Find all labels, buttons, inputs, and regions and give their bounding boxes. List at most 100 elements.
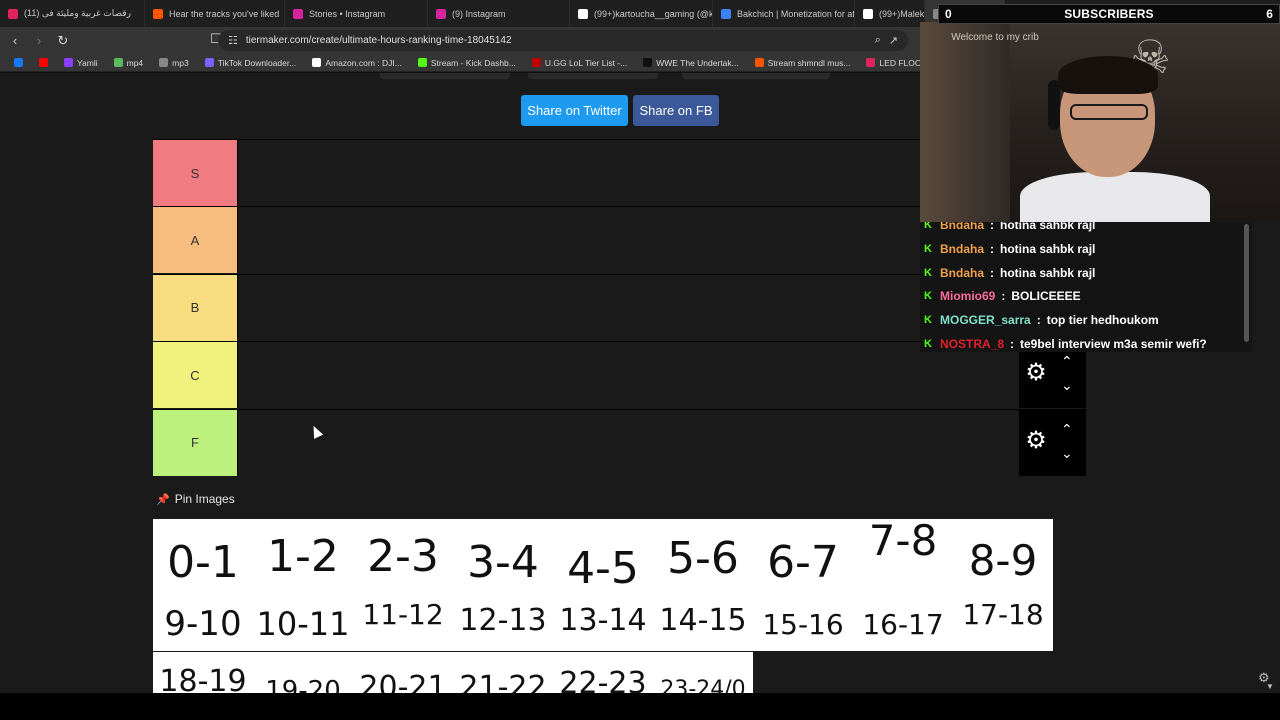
facebook-bookmark[interactable]: [8, 58, 29, 67]
bookmark-label: mp3: [172, 57, 189, 68]
scroll-down-icon[interactable]: ▼: [1266, 682, 1274, 691]
tier-drop-zone[interactable]: [237, 140, 1019, 206]
browser-tab[interactable]: (99+)kartoucha__gaming (@ka: [570, 0, 713, 27]
bookmark-item[interactable]: TikTok Downloader...: [199, 58, 303, 68]
browser-tab[interactable]: Hear the tracks you've liked: [145, 0, 285, 27]
bookmark-item[interactable]: mp3: [153, 58, 195, 68]
share-facebook-button[interactable]: Share on FB: [633, 95, 719, 126]
kick-logo-icon: K: [924, 314, 932, 327]
bookmark-item[interactable]: U.GG LoL Tier List -...: [526, 58, 633, 68]
tab-favicon-icon: [436, 8, 446, 19]
tier-label[interactable]: C: [153, 342, 237, 409]
kick-logo-icon: K: [924, 242, 932, 255]
chat-text: hotina sahbk rajl: [1000, 265, 1096, 280]
draggable-image-item[interactable]: 11-12: [353, 581, 453, 647]
tier-drop-zone[interactable]: [237, 207, 1019, 274]
tier-drop-zone[interactable]: [237, 342, 1019, 409]
chat-message: K Bndaha: hotina sahbk rajl: [924, 222, 1095, 236]
bookmark-item[interactable]: mp4: [108, 58, 150, 68]
url-text: tiermaker.com/create/ultimate-hours-rank…: [245, 35, 512, 46]
tier-move-down-icon[interactable]: ⌄: [1061, 446, 1073, 460]
bookmark-favicon-icon: [866, 58, 876, 67]
bookmark-favicon-icon: [159, 58, 169, 67]
tier-controls: ⚙ ⌃ ⌄: [1019, 409, 1086, 476]
bookmark-label: Amazon.com : DJI...: [325, 57, 402, 68]
bookmark-item[interactable]: Amazon.com : DJI...: [306, 58, 408, 68]
draggable-image-item[interactable]: 12-13: [453, 587, 553, 653]
tier-label[interactable]: B: [153, 274, 237, 341]
bookmark-label: TikTok Downloader...: [217, 57, 297, 68]
kick-logo-icon: K: [924, 338, 932, 350]
streamer-hair: [1058, 56, 1158, 94]
tab-favicon-icon: [863, 8, 873, 19]
chat-text: hotina sahbk rajl: [1000, 222, 1096, 232]
tab-favicon-icon: [8, 8, 18, 19]
draggable-image-item[interactable]: 16-17: [853, 591, 953, 657]
tier-settings-gear-icon[interactable]: ⚙: [1025, 428, 1047, 452]
bookmark-item[interactable]: Yamli: [58, 58, 104, 68]
share-icon[interactable]: ↗: [889, 34, 898, 47]
chat-overlay: K Bndaha: hotina sahbk rajl K Bndaha: hotina …: [920, 222, 1252, 352]
chat-text: te9bel interview m3a semir wefi?: [1020, 337, 1207, 351]
bookmark-favicon-icon: [531, 58, 541, 67]
bookmark-favicon-icon: [754, 58, 764, 67]
back-icon[interactable]: ‹: [6, 32, 24, 50]
chat-text: BOLICEEEE: [1011, 289, 1081, 304]
bookmark-item[interactable]: WWE The Undertak...: [637, 58, 745, 68]
tier-move-up-icon[interactable]: ⌃: [1061, 354, 1073, 368]
browser-tab[interactable]: Stories • Instagram: [285, 0, 428, 27]
tier-settings-gear-icon[interactable]: ⚙: [1025, 361, 1047, 385]
draggable-image-item[interactable]: 7-8: [853, 507, 953, 573]
bookmark-favicon-icon: [204, 58, 214, 67]
chat-username: NOSTRA_8: [940, 337, 1005, 351]
tier-move-up-icon[interactable]: ⌃: [1061, 422, 1073, 436]
facebook-icon: [14, 58, 23, 67]
browser-tab[interactable]: رقصات غربية ومليئة فى (11): [0, 0, 145, 27]
bookmark-item[interactable]: Stream - Kick Dashb...: [412, 58, 522, 68]
browser-tab[interactable]: Bakchich | Monetization for af: [713, 0, 855, 27]
chat-text: top tier hedhoukom: [1046, 313, 1159, 328]
kick-logo-icon: K: [924, 290, 932, 303]
tier-row: F ⚙ ⌃ ⌄: [153, 408, 1086, 476]
share-twitter-button[interactable]: Share on Twitter: [521, 95, 628, 126]
bookmark-label: WWE The Undertak...: [656, 57, 739, 68]
chat-scrollbar[interactable]: [1244, 224, 1249, 342]
draggable-image-item[interactable]: 17-18: [953, 581, 1053, 647]
draggable-image-item[interactable]: 1-2: [253, 523, 353, 589]
tier-drop-zone[interactable]: [237, 409, 1019, 476]
forward-icon[interactable]: ›: [30, 32, 48, 50]
zoom-icon[interactable]: ⌕: [875, 34, 881, 47]
bookmark-label: Stream shmndl mus...: [767, 57, 851, 68]
tab-favicon-icon: [293, 8, 303, 19]
image-pool-row: 9-10 10-11 11-12 12-13 13-14 14-15 15-16 16-17 1…: [153, 585, 1053, 651]
chat-text: hotina sahbk rajl: [1000, 241, 1096, 256]
draggable-image-item[interactable]: 14-15: [653, 587, 753, 653]
chat-separator: :: [1001, 289, 1006, 304]
bookmark-label: Stream - Kick Dashb...: [430, 57, 516, 68]
tier-label[interactable]: A: [153, 207, 237, 274]
tier-label[interactable]: F: [153, 409, 237, 476]
draggable-image-item[interactable]: 15-16: [753, 591, 853, 657]
bookmark-item[interactable]: Stream shmndl mus...: [749, 58, 857, 68]
browser-tab[interactable]: (9) Instagram: [428, 0, 570, 27]
tier-move-down-icon[interactable]: ⌄: [1061, 378, 1073, 392]
chat-username: Bndaha: [940, 265, 985, 280]
browser-tab[interactable]: (99+)Malek K: [855, 0, 925, 27]
draggable-image-item[interactable]: 2-3: [353, 523, 453, 589]
draggable-image-item[interactable]: 5-6: [653, 525, 753, 591]
tier-drop-zone[interactable]: [237, 274, 1019, 341]
draggable-image-item[interactable]: 13-14: [553, 587, 653, 653]
site-info-icon[interactable]: ☷: [228, 34, 238, 47]
tab-favicon-icon: [578, 8, 588, 19]
tier-label[interactable]: S: [153, 140, 237, 206]
reload-icon[interactable]: ↻: [54, 32, 72, 50]
bookmark-label: Yamli: [77, 57, 98, 68]
chat-username: Bndaha: [940, 241, 985, 256]
draggable-image-item[interactable]: 10-11: [253, 591, 353, 657]
youtube-bookmark[interactable]: [33, 58, 54, 67]
pin-images-heading: 📌 Pin Images: [156, 492, 235, 506]
tab-title: Stories • Instagram: [309, 8, 386, 19]
streamer-shirt: [1020, 172, 1210, 222]
address-bar[interactable]: ☷ tiermaker.com/create/ultimate-hours-ra…: [218, 30, 908, 51]
kick-logo-icon: K: [924, 222, 932, 231]
